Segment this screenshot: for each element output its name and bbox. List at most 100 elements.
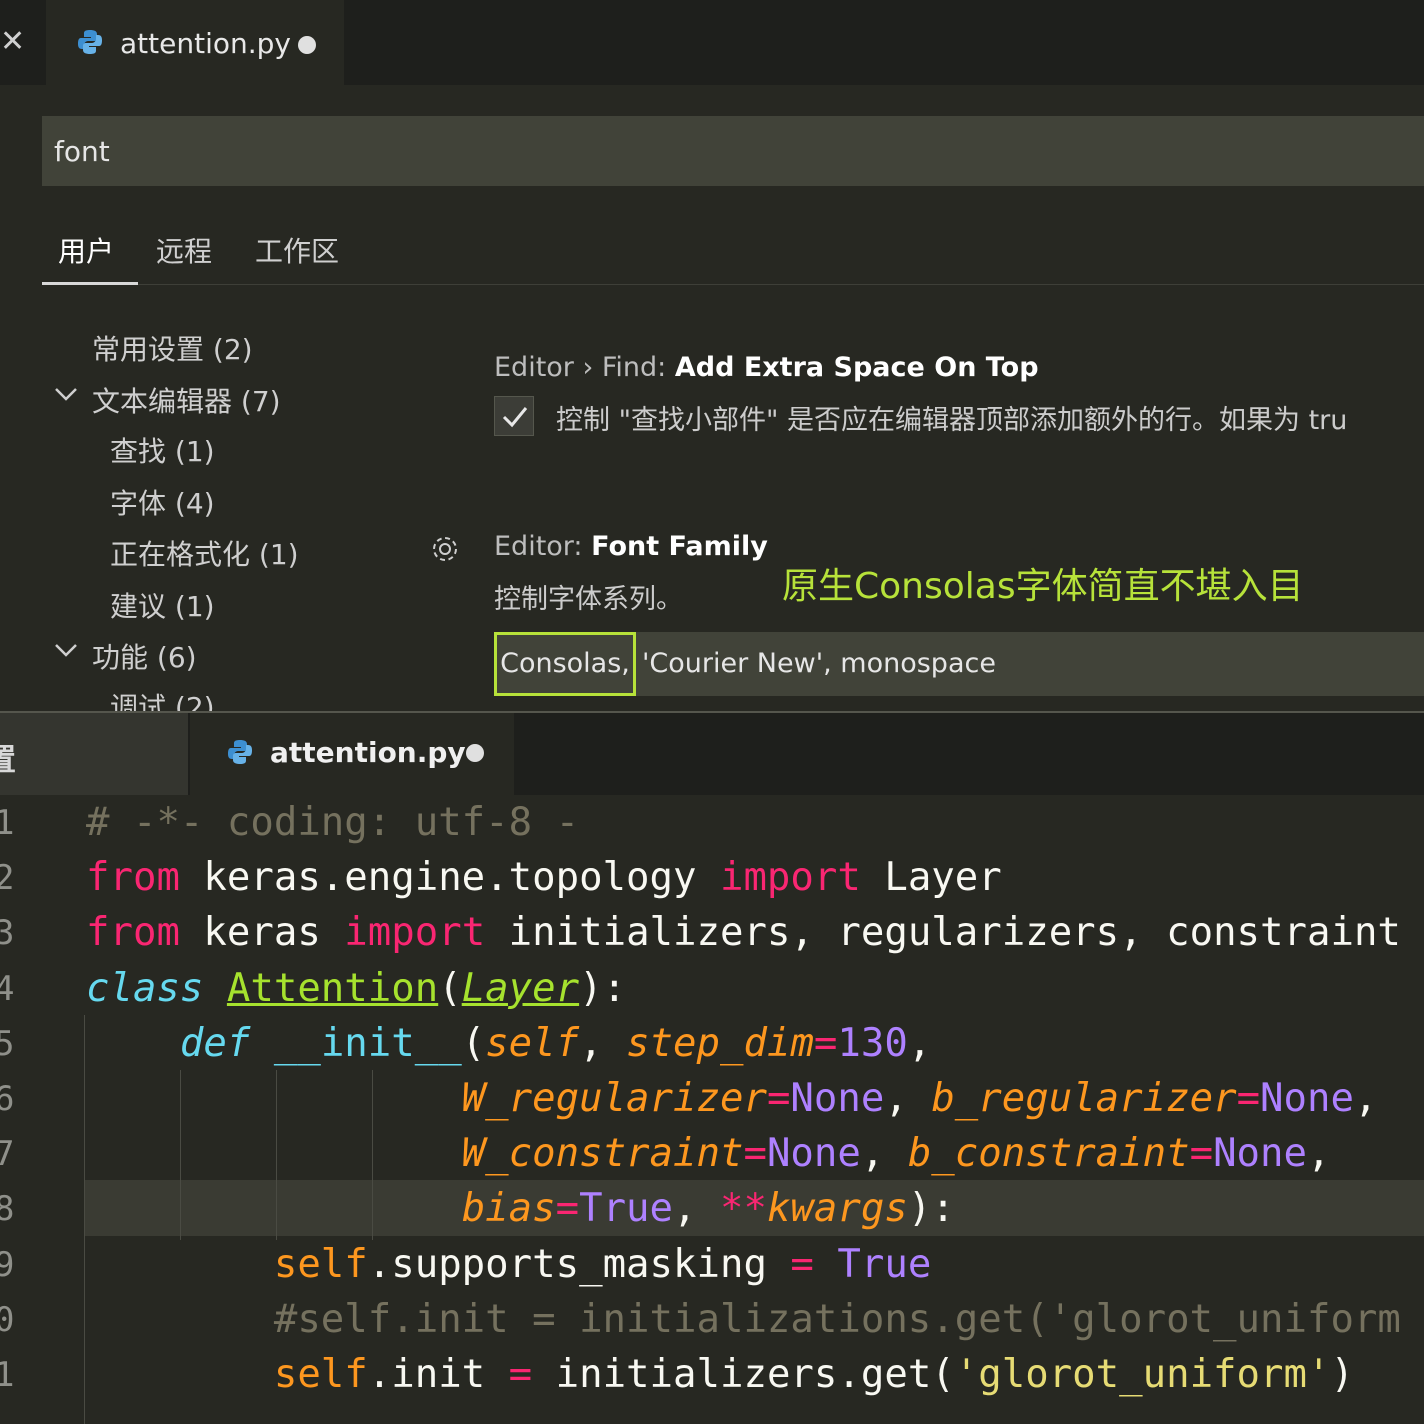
tab-user[interactable]: 用户 bbox=[58, 230, 114, 270]
line-number: 8 bbox=[0, 1189, 15, 1230]
code-token: None bbox=[1260, 1076, 1354, 1121]
code-token: None bbox=[1213, 1131, 1307, 1177]
code-line[interactable]: from keras.engine.topology import Layer bbox=[86, 855, 1002, 900]
line-number: 1 bbox=[0, 1355, 15, 1395]
setting-title-font-family: Editor: Font Family bbox=[494, 531, 768, 562]
code-token: import bbox=[719, 855, 861, 901]
toc-item-font[interactable]: 字体 (4) bbox=[110, 482, 215, 522]
code-token: = bbox=[555, 1186, 580, 1232]
code-token: True bbox=[579, 1186, 674, 1232]
toc-item-features[interactable]: 功能 (6) bbox=[92, 636, 197, 676]
code-token: 'glorot_uniform' bbox=[954, 1352, 1331, 1397]
code-token: b_constraint bbox=[907, 1131, 1190, 1177]
settings-editor-tab[interactable]: attention.py bbox=[46, 0, 344, 85]
toc-item-find[interactable]: 查找 (1) bbox=[110, 430, 215, 470]
toc-item-debug[interactable]: 调试 (2) bbox=[110, 686, 215, 712]
settings-pane: ✕ attention.py 用户 远程 工作区 常用设置 (2) 文本编辑器 … bbox=[0, 0, 1424, 712]
code-token: = bbox=[790, 1241, 814, 1287]
toc-item-text-editor[interactable]: 文本编辑器 (7) bbox=[92, 380, 281, 420]
code-token: class bbox=[86, 965, 204, 1011]
code-token: ** bbox=[719, 1186, 767, 1232]
code-token: None bbox=[790, 1076, 885, 1121]
code-token: bias bbox=[461, 1186, 556, 1232]
code-token: b_regularizer bbox=[931, 1076, 1237, 1121]
code-token: initializers, regularizers, constraint bbox=[485, 910, 1401, 956]
code-area[interactable]: # -*- coding: utf-8 - from keras.engine.t… bbox=[86, 713, 1424, 1424]
code-token: = bbox=[508, 1352, 533, 1397]
code-token: self bbox=[273, 1241, 368, 1287]
code-token: = bbox=[743, 1131, 767, 1177]
add-extra-space-checkbox[interactable] bbox=[494, 396, 534, 436]
code-token: Attention bbox=[226, 965, 439, 1011]
code-token: , bbox=[860, 1131, 908, 1177]
settings-search-input[interactable] bbox=[42, 116, 1424, 186]
tab-workspace[interactable]: 工作区 bbox=[255, 230, 339, 270]
close-icon[interactable]: ✕ bbox=[0, 24, 25, 59]
line-number: 7 bbox=[0, 1134, 15, 1175]
code-token: __init__ bbox=[273, 1020, 462, 1066]
code-line[interactable]: class Attention(Layer): bbox=[86, 966, 626, 1011]
code-token: , bbox=[579, 1020, 627, 1066]
code-token: import bbox=[344, 910, 486, 956]
code-token: .init bbox=[367, 1352, 509, 1397]
code-token: = bbox=[1189, 1131, 1214, 1177]
code-token: from bbox=[86, 910, 180, 956]
code-line[interactable]: def __init__(self, step_dim=130, bbox=[86, 1021, 931, 1066]
code-token: ): bbox=[579, 965, 627, 1011]
code-token: ( bbox=[438, 965, 462, 1011]
chevron-down-icon[interactable] bbox=[52, 636, 80, 670]
code-line[interactable]: W_regularizer=None, b_regularizer=None, bbox=[86, 1076, 1378, 1121]
setting-category: Editor › Find: bbox=[494, 352, 675, 383]
code-token: = bbox=[813, 1020, 838, 1066]
code-token: # -*- coding: utf-8 - bbox=[86, 800, 580, 845]
code-line[interactable]: #self.init = initializations.get('glorot… bbox=[86, 1297, 1401, 1342]
code-token: = bbox=[1236, 1076, 1261, 1121]
checkmark-icon bbox=[502, 407, 528, 428]
toc-item-common[interactable]: 常用设置 (2) bbox=[92, 328, 253, 368]
line-number: 1 bbox=[0, 803, 15, 843]
code-token: , bbox=[1307, 1131, 1331, 1177]
code-token: .supports_masking bbox=[367, 1241, 791, 1287]
code-token: W_constraint bbox=[461, 1131, 744, 1177]
line-number: 3 bbox=[0, 913, 15, 954]
code-token: self bbox=[485, 1020, 580, 1066]
python-file-icon bbox=[76, 28, 104, 60]
font-value-highlighted[interactable]: Consolas, bbox=[494, 632, 636, 696]
code-token: True bbox=[837, 1241, 932, 1287]
code-token: , bbox=[673, 1186, 720, 1232]
unsaved-dot-icon[interactable] bbox=[298, 36, 316, 54]
annotation-text: 原生Consolas字体简直不堪入目 bbox=[782, 566, 1304, 607]
code-line[interactable]: self.init = initializers.get('glorot_uni… bbox=[86, 1352, 1354, 1397]
code-token: def bbox=[179, 1020, 251, 1066]
toc-item-suggestions[interactable]: 建议 (1) bbox=[110, 585, 215, 625]
code-token: step_dim bbox=[626, 1020, 814, 1066]
chevron-down-icon[interactable] bbox=[52, 380, 80, 414]
line-number: 4 bbox=[0, 968, 15, 1009]
code-line[interactable]: from keras import initializers, regulari… bbox=[86, 910, 1401, 955]
code-line[interactable]: bias=True, **kwargs): bbox=[86, 1186, 955, 1231]
settings-search[interactable] bbox=[42, 116, 1424, 186]
setting-description: 控制字体系列。 bbox=[494, 584, 683, 615]
code-token: W_regularizer bbox=[461, 1076, 767, 1121]
line-number: 9 bbox=[0, 1244, 15, 1285]
setting-name: Add Extra Space On Top bbox=[674, 352, 1039, 383]
code-line[interactable]: # -*- coding: utf-8 - bbox=[86, 800, 579, 845]
code-token: keras.engine.topology bbox=[179, 855, 720, 901]
active-tab-underline bbox=[42, 282, 138, 285]
code-token: ) bbox=[1330, 1352, 1354, 1397]
code-line[interactable]: W_constraint=None, b_constraint=None, bbox=[86, 1131, 1331, 1177]
code-token: , bbox=[1353, 1076, 1378, 1121]
code-line[interactable]: self.supports_masking = True bbox=[86, 1242, 931, 1287]
font-value-rest[interactable]: 'Courier New', monospace bbox=[642, 632, 996, 696]
toc-item-formatting[interactable]: 正在格式化 (1) bbox=[110, 533, 299, 573]
code-token: kwargs bbox=[766, 1186, 908, 1232]
line-number: 6 bbox=[0, 1079, 15, 1119]
tab-remote[interactable]: 远程 bbox=[156, 230, 212, 270]
gear-icon[interactable] bbox=[428, 532, 462, 570]
